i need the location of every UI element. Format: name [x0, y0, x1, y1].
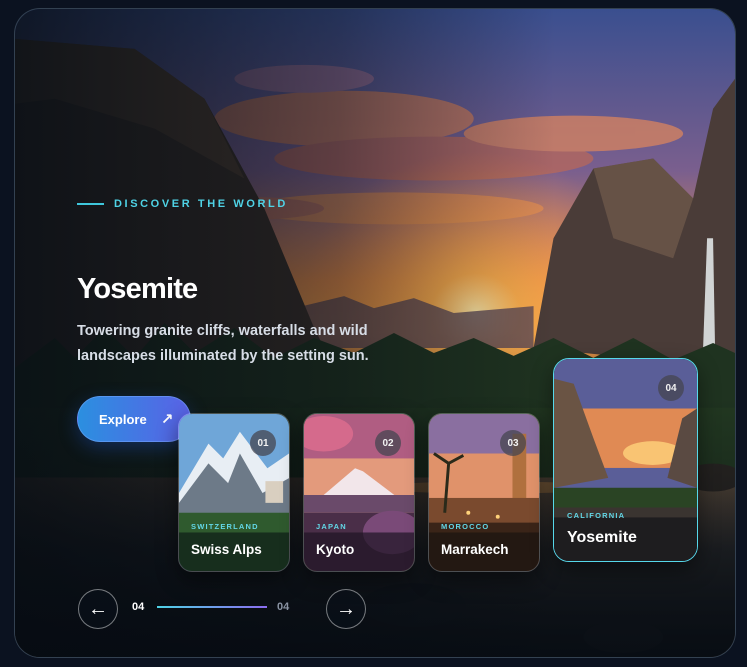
eyebrow-text: DISCOVER THE WORLD: [114, 198, 288, 210]
current-slide-number: 04: [132, 601, 145, 613]
arrow-left-icon: ←: [88, 597, 108, 620]
progress-fill: [157, 606, 267, 608]
destination-card-yosemite[interactable]: 04 CALIFORNIA Yosemite: [553, 358, 698, 562]
card-name: Swiss Alps: [191, 542, 262, 557]
card-number: 04: [658, 375, 684, 401]
card-region: JAPAN: [316, 522, 347, 531]
next-button[interactable]: →: [326, 589, 366, 629]
eyebrow: DISCOVER THE WORLD: [77, 198, 288, 210]
card-number: 01: [250, 430, 276, 456]
arrow-up-right-icon: ↗: [160, 411, 174, 428]
destination-card-swiss-alps[interactable]: 01 SWITZERLAND Swiss Alps: [178, 413, 290, 572]
destination-card-marrakech[interactable]: 03 MOROCCO Marrakech: [428, 413, 540, 572]
hero-title: Yosemite: [77, 273, 198, 305]
card-name: Marrakech: [441, 542, 509, 557]
destination-card-kyoto[interactable]: 02 JAPAN Kyoto: [303, 413, 415, 572]
card-region: SWITZERLAND: [191, 522, 259, 531]
hero-description: Towering granite cliffs, waterfalls and …: [77, 323, 369, 364]
card-number: 02: [375, 430, 401, 456]
arrow-right-icon: →: [336, 597, 356, 620]
total-slide-number: 04: [277, 601, 290, 613]
prev-button[interactable]: ←: [78, 589, 118, 629]
explore-button-label: Explore: [99, 411, 147, 427]
card-name: Yosemite: [567, 529, 637, 546]
card-region: CALIFORNIA: [567, 511, 626, 520]
card-name: Kyoto: [316, 542, 355, 557]
eyebrow-line: [77, 203, 104, 205]
explore-button[interactable]: Explore ↗: [77, 396, 191, 442]
card-number: 03: [500, 430, 526, 456]
hero-card: DISCOVER THE WORLD Yosemite Towering gra…: [14, 8, 736, 658]
card-region: MOROCCO: [441, 522, 490, 531]
progress-track: [157, 606, 267, 608]
